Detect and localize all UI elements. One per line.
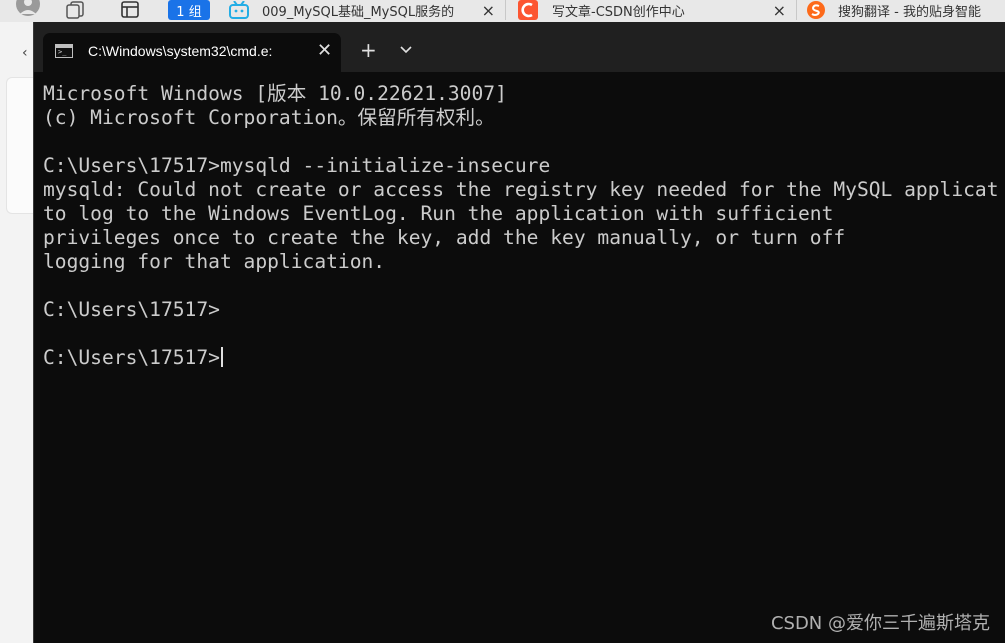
csdn-icon [518,0,538,20]
background-browser-edge: ‹ [0,22,34,643]
vertical-tabs-icon[interactable] [118,0,142,20]
sogou-icon [807,1,825,19]
browser-tab-strip: 1 组 009_MySQL基础_MySQL服务的 × 写文章-CSDN创作中心 … [0,0,1005,23]
new-tab-button[interactable]: + [360,40,377,60]
back-arrow-icon[interactable]: ‹ [22,45,28,61]
chevron-down-icon[interactable] [400,41,412,61]
browser-tab-sogou[interactable]: 搜狗翻译 - 我的贴身智能 [806,0,1005,20]
terminal-line: privileges once to create the key, add t… [43,226,846,249]
browser-tab-mysql-video[interactable]: 009_MySQL基础_MySQL服务的 × [228,0,503,20]
terminal-line: mysqld: Could not create or access the r… [43,178,999,201]
browser-tab-title: 009_MySQL基础_MySQL服务的 [262,4,455,20]
profile-avatar-icon[interactable] [14,0,42,20]
browser-tab-title: 搜狗翻译 - 我的贴身智能 [838,4,981,20]
workspaces-icon[interactable] [64,0,90,20]
tab-divider [796,0,797,20]
bilibili-icon [229,1,249,19]
terminal-line: (c) Microsoft Corporation。保留所有权利。 [43,106,495,129]
close-tab-icon[interactable]: × [482,1,495,20]
terminal-line: to log to the Windows EventLog. Run the … [43,202,834,225]
tab-group-badge[interactable]: 1 组 [168,0,210,20]
terminal-output[interactable]: Microsoft Windows [版本 10.0.22621.3007] (… [43,82,1005,643]
background-panel [6,77,34,214]
terminal-line: C:\Users\17517>mysqld --initialize-insec… [43,154,551,177]
terminal-line: C:\Users\17517> [43,298,220,321]
terminal-prompt-line[interactable]: C:\Users\17517> [43,346,1005,370]
terminal-tab-bar: >_ C:\Windows\system32\cmd.e: ✕ + [34,22,1005,72]
cmd-icon: >_ [55,44,73,58]
terminal-tab-cmd[interactable]: >_ C:\Windows\system32\cmd.e: ✕ [43,33,341,72]
close-tab-icon[interactable]: × [773,1,786,20]
browser-tab-title: 写文章-CSDN创作中心 [552,4,685,20]
tab-divider [505,0,506,20]
text-cursor [220,347,223,367]
browser-tab-csdn[interactable]: 写文章-CSDN创作中心 × [518,0,794,20]
terminal-line: logging for that application. [43,250,386,273]
close-icon[interactable]: ✕ [317,40,332,61]
terminal-prompt: C:\Users\17517> [43,346,220,369]
terminal-line: Microsoft Windows [版本 10.0.22621.3007] [43,82,507,105]
terminal-window: >_ C:\Windows\system32\cmd.e: ✕ + Micros… [33,22,1005,643]
csdn-watermark: CSDN @爱你三千遍斯塔克 [770,613,990,634]
terminal-tab-title: C:\Windows\system32\cmd.e: [88,43,273,59]
